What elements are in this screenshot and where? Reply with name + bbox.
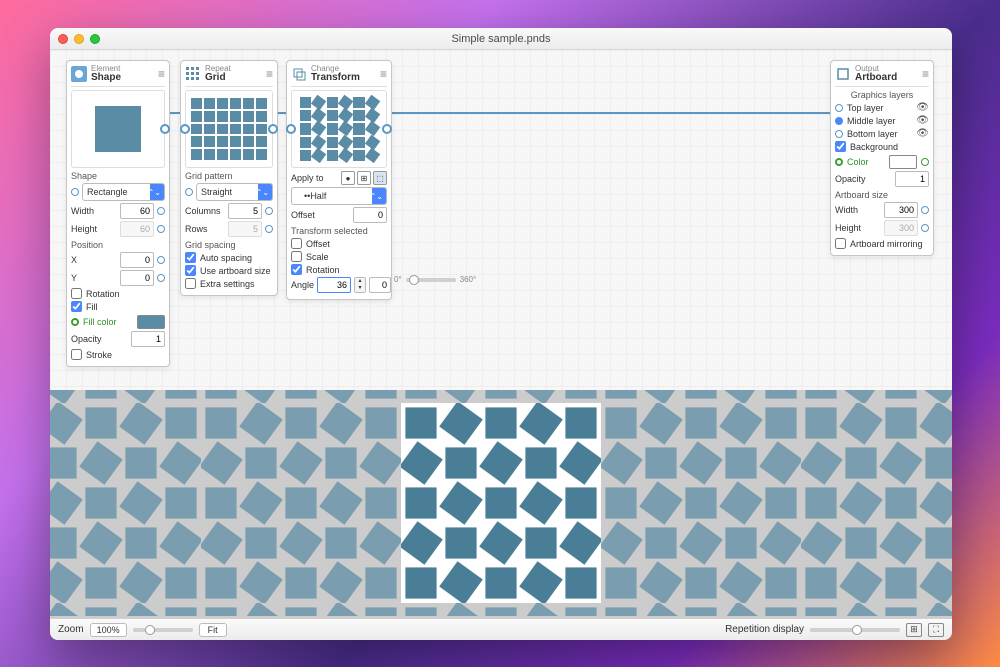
port[interactable] (157, 274, 165, 282)
node-grid[interactable]: Repeat Grid ≡ Grid pattern Straight⌃⌄ Co… (180, 60, 278, 296)
stroke-check[interactable]: Stroke (71, 349, 165, 360)
eye-icon[interactable]: 👁 (916, 115, 929, 126)
ab-width-field[interactable] (884, 202, 918, 218)
repetition-slider[interactable] (810, 628, 900, 632)
width-field[interactable] (120, 203, 154, 219)
port[interactable] (921, 158, 929, 166)
offset-field[interactable] (353, 207, 387, 223)
ab-height-field[interactable] (884, 220, 918, 236)
titlebar: Simple sample.pnds (50, 28, 952, 50)
opacity-field[interactable] (131, 331, 165, 347)
artboard-area (401, 403, 601, 603)
y-field[interactable] (120, 270, 154, 286)
port[interactable] (185, 188, 193, 196)
x-field[interactable] (120, 252, 154, 268)
output-port[interactable] (268, 124, 278, 134)
angle-slider[interactable]: 0° 360° (394, 275, 476, 284)
pattern-select[interactable]: Straight⌃⌄ (196, 183, 273, 201)
offset-check[interactable]: Offset (291, 238, 387, 249)
output-port[interactable] (160, 124, 170, 134)
window-title: Simple sample.pnds (50, 33, 952, 45)
node-transform[interactable]: Change Transform ≡ Apply to ●⊞⬚ •• Half⌃… (286, 60, 392, 300)
bg-swatch[interactable] (889, 155, 917, 169)
fill-check[interactable]: Fill (71, 301, 165, 312)
apply-select[interactable]: •• Half⌃⌄ (291, 187, 387, 205)
node-artboard[interactable]: Output Artboard ≡ Graphics layers Top la… (830, 60, 934, 256)
footer-bar: Zoom 100% Fit Repetition display ⊞ ⛶ (50, 618, 952, 640)
node-menu-icon[interactable]: ≡ (266, 68, 273, 80)
layer-port[interactable] (835, 104, 843, 112)
rows-field[interactable] (228, 221, 262, 237)
ab-opacity-field[interactable] (895, 171, 929, 187)
artboard-node-icon (835, 66, 851, 82)
fullscreen-icon[interactable]: ⛶ (928, 623, 944, 637)
zoom-slider[interactable] (133, 628, 193, 632)
extra-check[interactable]: Extra settings (185, 278, 273, 289)
color-port[interactable] (71, 318, 79, 326)
angle2-field[interactable] (369, 277, 391, 293)
port[interactable] (157, 207, 165, 215)
angle-stepper[interactable]: ▴▾ (354, 277, 366, 293)
input-port[interactable] (180, 124, 190, 134)
app-window: Simple sample.pnds Element Shape ≡ (50, 28, 952, 640)
eye-icon[interactable]: 👁 (916, 102, 929, 113)
grid-toggle-icon[interactable]: ⊞ (906, 623, 922, 637)
input-port[interactable] (286, 124, 296, 134)
auto-spacing-check[interactable]: Auto spacing (185, 252, 273, 263)
transform-preview (291, 90, 387, 168)
repetition-label: Repetition display (725, 624, 804, 635)
eye-icon[interactable]: 👁 (916, 128, 929, 139)
port[interactable] (157, 225, 165, 233)
preview-canvas[interactable] (50, 390, 952, 618)
color-port[interactable] (835, 158, 843, 166)
grid-preview (185, 90, 273, 168)
mirror-check[interactable]: Artboard mirroring (835, 238, 929, 249)
background-check[interactable]: Background (835, 141, 929, 152)
scale-check[interactable]: Scale (291, 251, 387, 262)
zoom-value[interactable]: 100% (90, 623, 127, 637)
output-port[interactable] (382, 124, 392, 134)
fill-swatch[interactable] (137, 315, 165, 329)
node-editor[interactable]: Element Shape ≡ Shape Rectangle⌃⌄ Width … (50, 50, 952, 390)
port[interactable] (265, 225, 273, 233)
layer-port[interactable] (835, 117, 843, 125)
port[interactable] (265, 207, 273, 215)
rotation-check[interactable]: Rotation (71, 288, 165, 299)
fit-button[interactable]: Fit (199, 623, 227, 637)
port[interactable] (921, 206, 929, 214)
shape-preview (71, 90, 165, 168)
node-menu-icon[interactable]: ≡ (380, 68, 387, 80)
layer-port[interactable] (835, 130, 843, 138)
node-shape[interactable]: Element Shape ≡ Shape Rectangle⌃⌄ Width … (66, 60, 170, 367)
columns-field[interactable] (228, 203, 262, 219)
angle-field[interactable] (317, 277, 351, 293)
node-menu-icon[interactable]: ≡ (922, 68, 929, 80)
shape-node-icon (71, 66, 87, 82)
grid-node-icon (185, 66, 201, 82)
zoom-label: Zoom (58, 624, 84, 635)
apply-mode-buttons[interactable]: ●⊞⬚ (341, 171, 387, 185)
height-field[interactable] (120, 221, 154, 237)
port[interactable] (157, 256, 165, 264)
input-port[interactable] (71, 188, 79, 196)
wire (386, 112, 832, 114)
shape-type-select[interactable]: Rectangle⌃⌄ (82, 183, 165, 201)
port[interactable] (921, 224, 929, 232)
rotation-check[interactable]: Rotation (291, 264, 387, 275)
transform-node-icon (291, 66, 307, 82)
node-menu-icon[interactable]: ≡ (158, 68, 165, 80)
use-artboard-check[interactable]: Use artboard size (185, 265, 273, 276)
